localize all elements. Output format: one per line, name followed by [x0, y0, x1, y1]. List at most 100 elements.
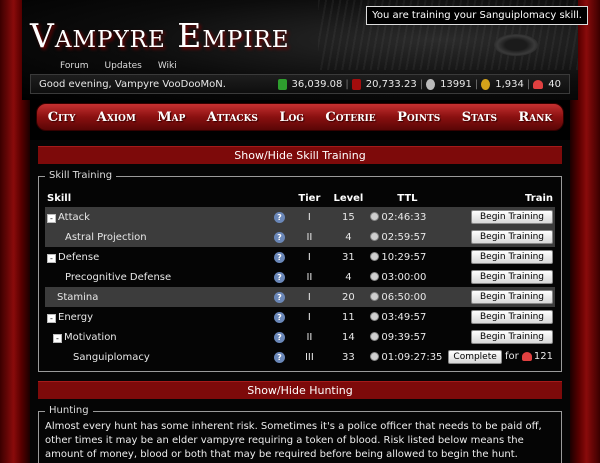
blood-value: 20,733.23 — [365, 78, 417, 90]
menu-item-rank[interactable]: Rank — [518, 110, 552, 125]
tier-column-header: Tier — [298, 192, 321, 204]
skill-ttl: 01:09:27:35 — [381, 351, 443, 363]
skill-level: 14 — [342, 331, 355, 343]
training-notice: You are training your Sanguiplomacy skil… — [366, 6, 588, 25]
skill-training-toggle[interactable]: Show/Hide Skill Training — [38, 146, 562, 164]
skill-ttl: 03:00:00 — [381, 271, 427, 283]
train-column-header: Train — [525, 192, 553, 204]
ttl-cell: 09:39:57 — [368, 327, 446, 347]
skill-table-header: Skill Tier Level TTL Train — [45, 189, 555, 207]
forum-link[interactable]: Forum — [60, 61, 89, 71]
begin-training-button[interactable]: Begin Training — [470, 250, 553, 264]
help-icon[interactable]: ? — [273, 311, 285, 323]
help-icon[interactable]: ? — [273, 271, 285, 283]
menu-item-axiom[interactable]: Axiom — [97, 110, 136, 125]
hunting-panel: Hunting Almost every hunt has some inher… — [38, 405, 562, 463]
heart-icon — [533, 79, 544, 89]
help-icon[interactable]: ? — [273, 231, 285, 243]
skill-row-stamina: Stamina ? I 20 06:50:00 Begin Training — [45, 287, 555, 307]
help-icon[interactable]: ? — [273, 251, 285, 263]
skill-tier: I — [307, 311, 311, 323]
train-cell: Begin Training — [446, 227, 555, 247]
begin-training-button[interactable]: Begin Training — [470, 210, 553, 224]
help-cell: ? — [268, 347, 290, 367]
skill-ttl: 03:49:57 — [381, 311, 427, 323]
skill-training-legend: Skill Training — [45, 170, 117, 181]
ttl-cell: 06:50:00 — [368, 287, 447, 307]
begin-training-button[interactable]: Begin Training — [470, 290, 553, 304]
help-icon[interactable]: ? — [273, 351, 285, 363]
collapse-toggle[interactable]: - — [47, 213, 56, 223]
skill-name: Energy — [58, 311, 94, 323]
skill-name-cell: - Defense — [45, 247, 268, 267]
ttl-cell: 10:29:57 — [368, 247, 446, 267]
skill-ttl: 09:39:57 — [381, 331, 427, 343]
clock-icon — [370, 251, 380, 261]
clock-icon — [370, 271, 380, 281]
train-cell: Begin Training — [446, 287, 555, 307]
money-icon — [277, 78, 287, 90]
skill-tier: I — [290, 287, 329, 307]
population-value: 13991 — [440, 78, 472, 90]
clock-icon — [370, 311, 380, 321]
train-cell: Begin Training — [446, 307, 555, 327]
stat-separator: | — [474, 78, 479, 90]
begin-training-button[interactable]: Begin Training — [470, 330, 553, 344]
skill-ttl: 02:59:57 — [381, 231, 427, 243]
stat-separator: | — [419, 78, 424, 90]
menu-item-points[interactable]: Points — [397, 110, 440, 125]
complete-button[interactable]: Complete — [448, 350, 502, 364]
skill-level: 20 — [328, 287, 369, 307]
begin-training-button[interactable]: Begin Training — [470, 310, 553, 324]
skill-ttl: 02:46:33 — [381, 211, 427, 223]
skill-ttl: 06:50:00 — [381, 291, 427, 303]
help-icon[interactable]: ? — [273, 211, 285, 223]
collapse-toggle[interactable]: - — [47, 313, 56, 323]
menu-item-map[interactable]: Map — [157, 110, 185, 125]
skill-level: 33 — [342, 351, 355, 363]
money-value: 36,039.08 — [291, 78, 343, 90]
stat-separator: | — [345, 78, 349, 90]
menu-item-stats[interactable]: Stats — [462, 110, 497, 125]
collapse-toggle[interactable]: - — [53, 333, 62, 343]
skill-name: Astral Projection — [45, 227, 269, 247]
skill-level: 4 — [328, 227, 369, 247]
help-cell: ? — [268, 307, 290, 327]
main-menu: City Axiom Map Attacks Log Coterie Point… — [36, 103, 564, 131]
help-cell: ? — [268, 227, 291, 247]
menu-item-coterie[interactable]: Coterie — [325, 110, 375, 125]
site-logo[interactable]: Vampyre Empire — [30, 16, 290, 55]
collapse-toggle[interactable]: - — [47, 253, 56, 263]
skill-name-cell: - Attack — [45, 207, 269, 227]
blood-icon — [351, 78, 361, 90]
wiki-link[interactable]: Wiki — [158, 61, 177, 71]
skill-training-panel: Skill Training Skill Tier Level TTL Trai… — [38, 170, 562, 372]
clock-icon — [370, 211, 380, 221]
begin-training-button[interactable]: Begin Training — [470, 230, 553, 244]
help-icon[interactable]: ? — [273, 331, 285, 343]
updates-link[interactable]: Updates — [105, 61, 142, 71]
skill-level: 15 — [328, 207, 369, 227]
skill-row-astral-projection: Astral Projection ? II 4 02:59:57 Begin … — [45, 227, 555, 247]
menu-item-city[interactable]: City — [48, 110, 76, 125]
train-cell: Begin Training — [446, 247, 555, 267]
skill-row-defense: - Defense ? I 31 10:29:57 Begin Training — [45, 247, 555, 267]
skill-row-motivation: - Motivation ? II 14 09:39:57 Begin Train… — [45, 327, 555, 347]
greeting-text: Good evening, Vampyre VooDooMoN. — [39, 78, 226, 90]
help-column-header — [268, 189, 290, 207]
skill-row-attack: - Attack ? I 15 02:46:33 Begin Training — [45, 207, 555, 227]
ttl-cell: 02:59:57 — [368, 227, 447, 247]
clock-icon — [370, 291, 380, 301]
help-icon[interactable]: ? — [273, 291, 285, 303]
skill-level: 31 — [342, 251, 355, 263]
skill-row-energy: - Energy ? I 11 03:49:57 Begin Training — [45, 307, 555, 327]
ttl-cell: 01:09:27:35 — [368, 347, 446, 367]
menu-item-attacks[interactable]: Attacks — [207, 110, 258, 125]
begin-training-button[interactable]: Begin Training — [470, 270, 553, 284]
clock-icon — [370, 351, 380, 361]
skill-name: Stamina — [45, 287, 269, 307]
skill-row-sanguiplomacy: Sanguiplomacy ? III 33 01:09:27:35 Compl… — [45, 347, 555, 367]
level-column-header: Level — [333, 192, 364, 204]
hunting-toggle[interactable]: Show/Hide Hunting — [38, 381, 562, 399]
menu-item-log[interactable]: Log — [279, 110, 304, 125]
